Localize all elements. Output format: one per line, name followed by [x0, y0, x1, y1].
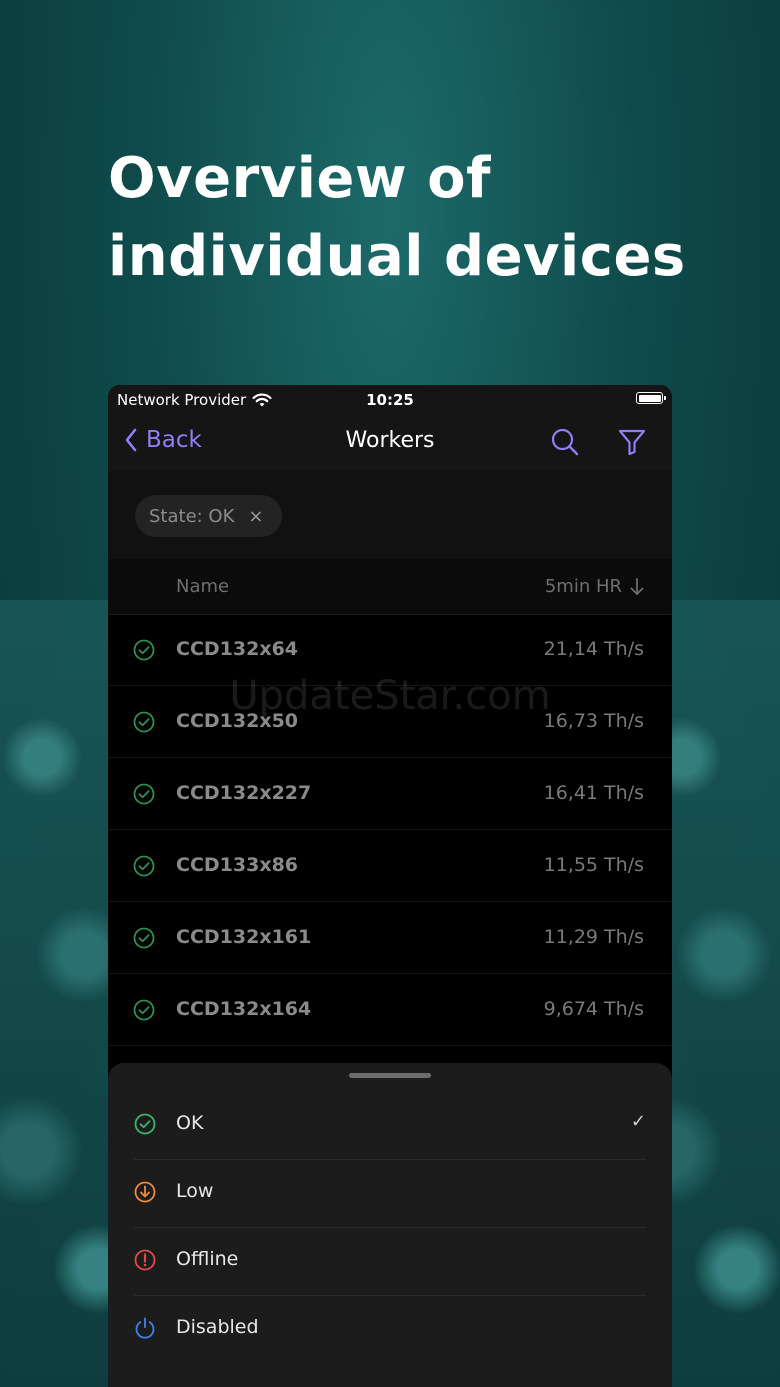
state-option-label: Low [176, 1180, 214, 1202]
status-time: 10:25 [366, 391, 414, 409]
close-icon[interactable]: × [248, 506, 263, 527]
worker-hashrate: 21,14 Th/s [543, 638, 644, 660]
navigation-bar: Back Workers [108, 413, 672, 471]
filter-chip-label: State: OK [149, 505, 235, 527]
table-header: Name 5min HR [108, 559, 672, 615]
state-option-low[interactable]: Low [134, 1159, 646, 1228]
state-option-label: Disabled [176, 1316, 259, 1338]
check-circle-icon [133, 783, 155, 805]
worker-hashrate: 9,674 Th/s [543, 998, 644, 1020]
state-option-disabled[interactable]: Disabled [134, 1295, 646, 1363]
table-row[interactable]: CCD132x227 16,41 Th/s [108, 758, 672, 830]
page-title: Workers [345, 428, 435, 453]
worker-name: CCD132x64 [176, 638, 299, 660]
check-circle-icon [133, 927, 155, 949]
state-option-ok[interactable]: OK ✓ [134, 1091, 646, 1160]
state-option-label: OK [176, 1112, 204, 1134]
check-circle-icon [133, 999, 155, 1021]
state-filter-sheet: OK ✓ Low Offline Disabled [108, 1063, 672, 1387]
active-filters-bar: State: OK × [108, 471, 672, 559]
status-bar: Network Provider 10:25 [108, 385, 672, 413]
column-header-hashrate[interactable]: 5min HR [545, 576, 644, 597]
column-header-hashrate-label: 5min HR [544, 576, 622, 597]
state-option-label: Offline [176, 1248, 239, 1270]
checkmark-icon: ✓ [630, 1111, 646, 1132]
worker-hashrate: 11,29 Th/s [543, 926, 644, 948]
exclamation-circle-icon [134, 1249, 156, 1271]
state-option-offline[interactable]: Offline [134, 1227, 646, 1296]
table-row[interactable]: CCD132x164 9,674 Th/s [108, 974, 672, 1046]
check-circle-icon [133, 639, 155, 661]
check-circle-icon [134, 1113, 156, 1135]
worker-name: CCD133x86 [176, 854, 299, 876]
power-icon [135, 1317, 155, 1339]
worker-name: CCD132x227 [176, 782, 312, 804]
worker-hashrate: 16,41 Th/s [543, 782, 644, 804]
sheet-drag-handle[interactable] [349, 1073, 431, 1078]
phone-screen: Network Provider 10:25 Back Workers Stat… [108, 385, 672, 1387]
arrow-down-icon [630, 577, 644, 595]
promo-headline: Overview of individual devices [108, 146, 686, 289]
column-header-name[interactable]: Name [176, 576, 229, 597]
table-row[interactable]: CCD132x161 11,29 Th/s [108, 902, 672, 974]
worker-hashrate: 11,55 Th/s [543, 854, 644, 876]
filter-chip-state[interactable]: State: OK × [135, 495, 282, 537]
worker-name: CCD132x161 [176, 926, 312, 948]
arrow-down-circle-icon [134, 1181, 156, 1203]
table-row[interactable]: CCD133x86 11,55 Th/s [108, 830, 672, 902]
check-circle-icon [133, 855, 155, 877]
worker-name: CCD132x164 [176, 998, 312, 1020]
battery-icon [636, 392, 666, 404]
watermark: UpdateStar.com [229, 673, 551, 719]
filter-icon[interactable] [618, 428, 646, 456]
search-icon[interactable] [550, 427, 580, 457]
